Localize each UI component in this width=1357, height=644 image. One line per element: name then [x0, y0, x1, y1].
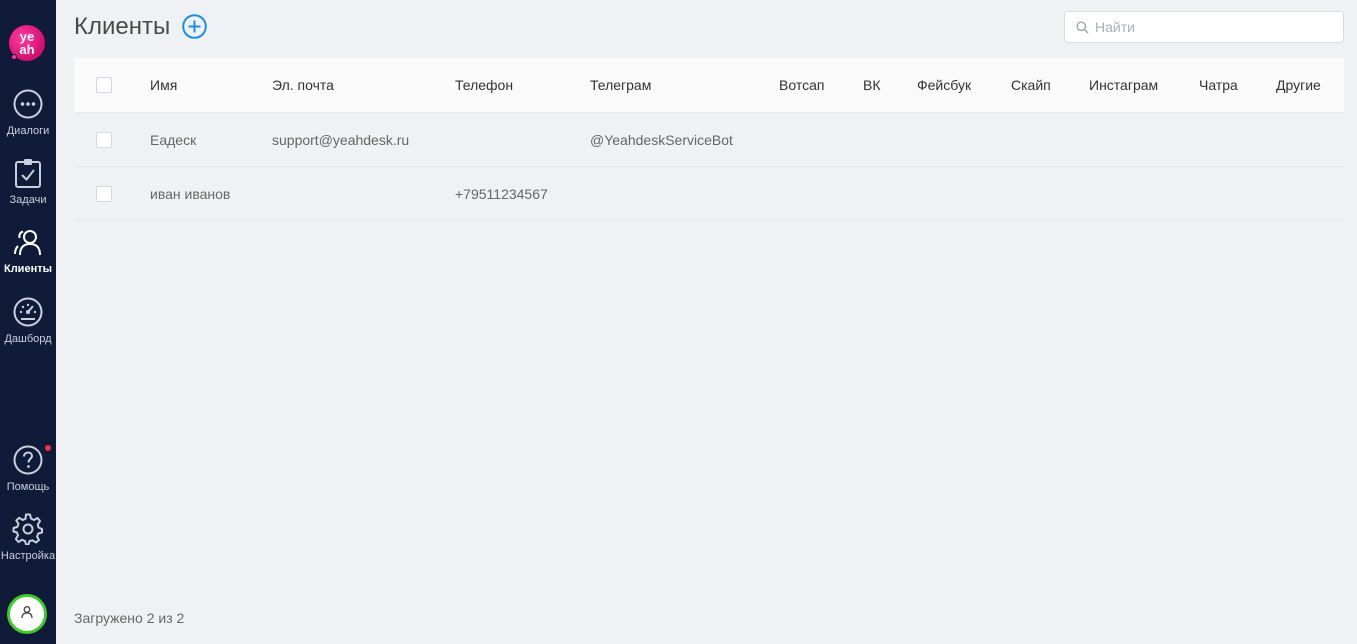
dashboard-icon — [0, 296, 56, 328]
column-header-skype[interactable]: Скайп — [1011, 58, 1051, 112]
add-client-button[interactable] — [182, 14, 207, 39]
select-all-checkbox[interactable] — [96, 77, 112, 93]
table-row[interactable]: иван иванов +79511234567 — [74, 167, 1344, 221]
table-header: Имя Эл. почта Телефон Телеграм Вотсап ВК… — [74, 58, 1344, 113]
client-phone: +79511234567 — [455, 185, 548, 202]
chat-icon — [0, 88, 56, 120]
column-header-vk[interactable]: ВК — [863, 58, 881, 112]
column-header-whatsapp[interactable]: Вотсап — [779, 58, 824, 112]
clients-table: Имя Эл. почта Телефон Телеграм Вотсап ВК… — [74, 58, 1344, 221]
column-header-name[interactable]: Имя — [150, 58, 177, 112]
client-name: иван иванов — [150, 185, 231, 202]
column-header-telegram[interactable]: Телеграм — [590, 58, 651, 112]
page-title: Клиенты — [74, 13, 171, 40]
plus-circle-icon — [182, 14, 207, 43]
sidebar-item-clients[interactable]: Клиенты — [0, 226, 56, 275]
clients-icon — [0, 226, 56, 258]
sidebar-item-label: Клиенты — [3, 263, 52, 275]
row-select-cell — [96, 113, 112, 166]
sidebar-item-dashboard[interactable]: Дашборд — [0, 296, 56, 345]
logo-dot — [11, 54, 17, 60]
column-header-chatra[interactable]: Чатра — [1199, 58, 1238, 112]
column-header-email[interactable]: Эл. почта — [272, 58, 334, 112]
user-avatar[interactable] — [7, 594, 47, 634]
sidebar-item-label: Задачи — [9, 194, 47, 206]
help-icon — [12, 444, 52, 476]
sidebar-item-label: Настройка — [0, 550, 56, 562]
row-select-cell — [96, 167, 112, 220]
table-row[interactable]: Еадеск support@yeahdesk.ru @YeahdeskServ… — [74, 113, 1344, 167]
search-box — [1064, 11, 1344, 43]
sidebar-item-tasks[interactable]: Задачи — [0, 157, 56, 206]
loaded-count: Загружено 2 из 2 — [74, 610, 185, 626]
sidebar: ye ah Диалоги Задачи Клиенты Дашборд Помо… — [0, 0, 56, 644]
client-name: Еадеск — [150, 131, 197, 148]
search-icon — [1076, 21, 1089, 39]
logo[interactable]: ye ah — [9, 25, 45, 61]
sidebar-item-label: Помощь — [6, 481, 50, 493]
search-input[interactable] — [1095, 12, 1335, 42]
column-header-facebook[interactable]: Фейсбук — [917, 58, 971, 112]
sidebar-item-label: Дашборд — [4, 333, 52, 345]
sidebar-item-dialogs[interactable]: Диалоги — [0, 88, 56, 137]
column-header-instagram[interactable]: Инстаграм — [1089, 58, 1158, 112]
client-telegram: @YeahdeskServiceBot — [590, 131, 733, 148]
sidebar-item-label: Диалоги — [6, 125, 50, 137]
sidebar-item-settings[interactable]: Настройка — [0, 513, 56, 562]
row-checkbox[interactable] — [96, 185, 112, 202]
select-all-cell — [96, 58, 112, 112]
column-header-phone[interactable]: Телефон — [455, 58, 513, 112]
row-checkbox[interactable] — [96, 131, 112, 148]
sidebar-item-help[interactable]: Помощь — [0, 444, 56, 493]
notification-dot — [44, 444, 52, 452]
client-email: support@yeahdesk.ru — [272, 131, 410, 148]
column-header-other[interactable]: Другие — [1276, 58, 1321, 112]
user-icon — [20, 605, 34, 624]
gear-icon — [0, 513, 56, 545]
tasks-icon — [0, 157, 56, 189]
